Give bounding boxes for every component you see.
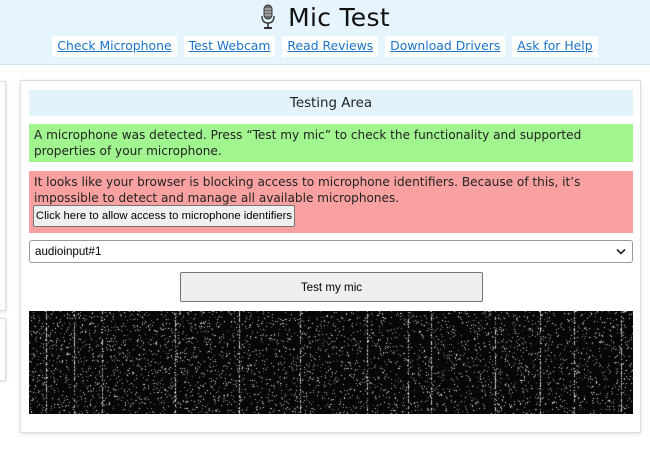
title-row: Mic Test: [0, 2, 650, 32]
side-panel-edge: [0, 318, 6, 381]
test-my-mic-button[interactable]: Test my mic: [180, 272, 483, 302]
microphone-select-value: audioinput#1: [35, 245, 102, 258]
nav-link-check-microphone[interactable]: Check Microphone: [52, 36, 177, 57]
microphone-select[interactable]: audioinput#1: [29, 240, 633, 263]
nav-link-ask-for-help[interactable]: Ask for Help: [512, 36, 598, 57]
nav-link-download-drivers[interactable]: Download Drivers: [385, 36, 506, 57]
access-blocked-alert: It looks like your browser is blocking a…: [29, 171, 633, 233]
nav-link-test-webcam[interactable]: Test Webcam: [183, 36, 276, 57]
main-nav: Check Microphone Test Webcam Read Review…: [0, 36, 650, 57]
testing-area-panel: Testing Area A microphone was detected. …: [20, 80, 641, 433]
nav-link-read-reviews[interactable]: Read Reviews: [282, 36, 379, 57]
mic-detected-alert: A microphone was detected. Press “Test m…: [29, 124, 633, 162]
mic-detected-text: A microphone was detected. Press “Test m…: [34, 128, 582, 158]
site-header: Mic Test Check Microphone Test Webcam Re…: [0, 0, 650, 65]
section-title: Testing Area: [29, 90, 633, 116]
chevron-down-icon: [616, 248, 626, 255]
allow-access-button[interactable]: Click here to allow access to microphone…: [33, 205, 295, 227]
site-title: Mic Test: [288, 2, 390, 32]
side-panel-edge: [0, 81, 6, 311]
microphone-icon: [261, 4, 275, 29]
access-blocked-text: It looks like your browser is blocking a…: [34, 175, 581, 205]
audio-visualizer: [29, 311, 633, 414]
